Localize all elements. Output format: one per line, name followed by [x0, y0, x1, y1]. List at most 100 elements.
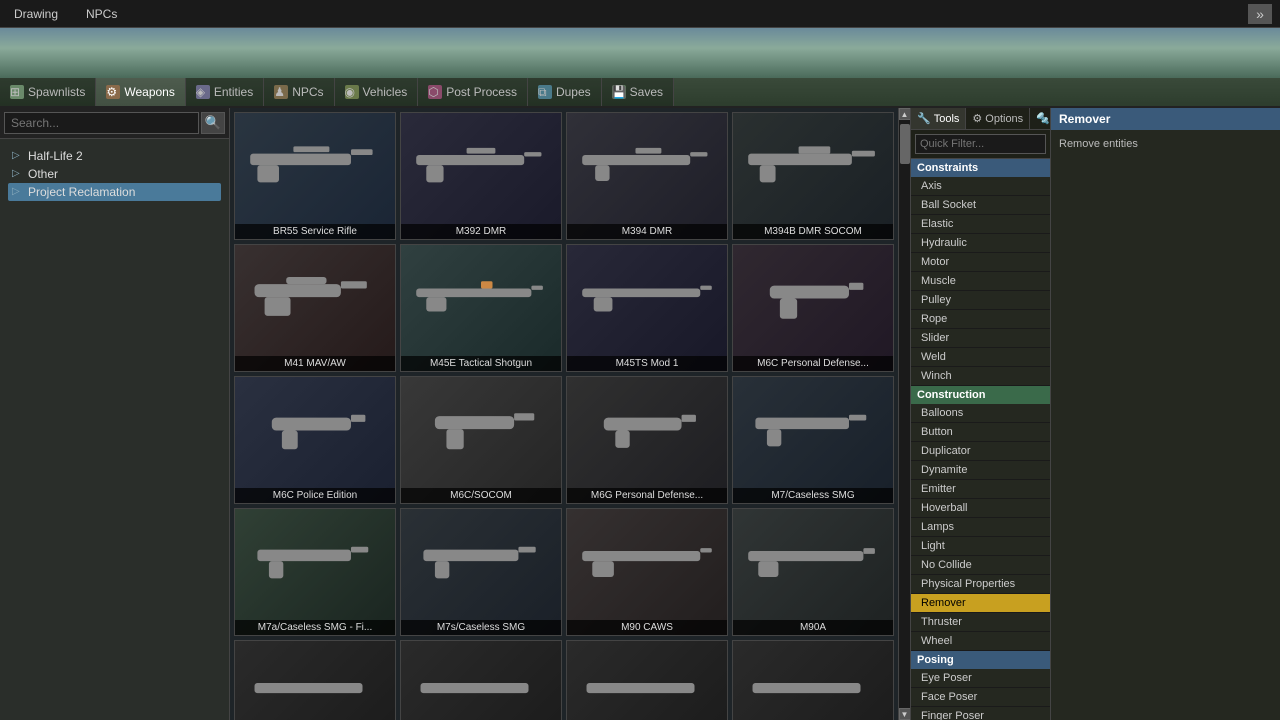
weapon-card[interactable]: M45TS Mod 1: [566, 244, 728, 372]
tools-item-remover[interactable]: Remover: [911, 594, 1050, 613]
weapon-label: M90A: [733, 620, 893, 635]
tools-item-rope[interactable]: Rope: [911, 310, 1050, 329]
tools-item-pulley[interactable]: Pulley: [911, 291, 1050, 310]
tools-category-posing: Posing: [911, 651, 1050, 669]
tools-item-ball-socket[interactable]: Ball Socket: [911, 196, 1050, 215]
weapon-label: M392 DMR: [401, 224, 561, 239]
tools-item-finger-poser[interactable]: Finger Poser: [911, 707, 1050, 720]
tools-item-elastic[interactable]: Elastic: [911, 215, 1050, 234]
tools-item-eye-poser[interactable]: Eye Poser: [911, 669, 1050, 688]
tools-item-dynamite[interactable]: Dynamite: [911, 461, 1050, 480]
weapon-card[interactable]: [566, 640, 728, 720]
tab-options[interactable]: ⚙ Options: [966, 108, 1030, 129]
weapon-card[interactable]: M6C/SOCOM: [400, 376, 562, 504]
quick-filter-bar: [911, 130, 1050, 159]
tree-item-hl2[interactable]: ▷ Half-Life 2: [8, 147, 221, 165]
tools-item-slider[interactable]: Slider: [911, 329, 1050, 348]
weapon-card[interactable]: M392 DMR: [400, 112, 562, 240]
weapon-label: M6C/SOCOM: [401, 488, 561, 503]
weapon-card[interactable]: M90A: [732, 508, 894, 636]
tools-tabs: 🔧 Tools ⚙ Options 🔩 Utilities: [911, 108, 1050, 130]
weapon-card[interactable]: M7/Caseless SMG: [732, 376, 894, 504]
weapon-card[interactable]: M6C Personal Defense...: [732, 244, 894, 372]
menu-npcs[interactable]: NPCs: [80, 5, 123, 23]
tree-item-project-reclamation[interactable]: ▷ Project Reclamation: [8, 183, 221, 201]
search-input[interactable]: [4, 112, 199, 134]
remover-panel: Remover Remove entities: [1050, 108, 1280, 720]
weapon-label: M394 DMR: [567, 224, 727, 239]
search-bar: 🔍: [0, 108, 229, 139]
remover-content: Remove entities: [1051, 130, 1280, 158]
tools-item-wheel[interactable]: Wheel: [911, 632, 1050, 651]
tools-item-thruster[interactable]: Thruster: [911, 613, 1050, 632]
tools-item-motor[interactable]: Motor: [911, 253, 1050, 272]
expand-button[interactable]: »: [1248, 4, 1272, 24]
pp-icon: ⬡: [428, 85, 442, 99]
main-layout: 🔍 ▷ Half-Life 2 ▷ Other ▷ Project Reclam…: [0, 108, 1280, 720]
weapon-card[interactable]: M41 MAV/AW: [234, 244, 396, 372]
tools-item-winch[interactable]: Winch: [911, 367, 1050, 386]
weapon-label: M45TS Mod 1: [567, 356, 727, 371]
tools-item-muscle[interactable]: Muscle: [911, 272, 1050, 291]
tree-label-hl2: Half-Life 2: [28, 149, 83, 163]
weapon-card[interactable]: [732, 640, 894, 720]
tools-item-axis[interactable]: Axis: [911, 177, 1050, 196]
tools-item-button[interactable]: Button: [911, 423, 1050, 442]
tools-item-balloons[interactable]: Balloons: [911, 404, 1050, 423]
tab-weapons[interactable]: ⚙ Weapons: [96, 78, 185, 106]
menu-drawing[interactable]: Drawing: [8, 5, 64, 23]
utilities-tab-icon: 🔩: [1036, 112, 1050, 125]
weapon-card[interactable]: M6G Personal Defense...: [566, 376, 728, 504]
bg-scene: [0, 28, 1280, 78]
tools-category-constraints: Constraints: [911, 159, 1050, 177]
grid-scrollbar[interactable]: ▲ ▼: [898, 108, 910, 720]
weapon-card[interactable]: M6C Police Edition: [234, 376, 396, 504]
weapon-label: M6G Personal Defense...: [567, 488, 727, 503]
weapon-card[interactable]: [234, 640, 396, 720]
quick-filter-input[interactable]: [915, 134, 1046, 154]
weapon-label: M7/Caseless SMG: [733, 488, 893, 503]
weapon-card[interactable]: M394B DMR SOCOM: [732, 112, 894, 240]
weapon-card[interactable]: M90 CAWS: [566, 508, 728, 636]
tabs-bar: ⊞ Spawnlists ⚙ Weapons ◈ Entities ♟ NPCs…: [0, 78, 1280, 108]
saves-icon: 💾: [612, 85, 626, 99]
weapons-grid: BR55 Service Rifle M392 DMR M394 DMR M394B …: [230, 108, 898, 720]
weapon-label: M41 MAV/AW: [235, 356, 395, 371]
weapon-card[interactable]: M7a/Caseless SMG - Fi...: [234, 508, 396, 636]
tab-dupes[interactable]: ⧉ Dupes: [528, 78, 602, 106]
search-button[interactable]: 🔍: [201, 112, 225, 134]
scroll-up-button[interactable]: ▲: [899, 108, 911, 120]
tree-label-project-reclamation: Project Reclamation: [28, 185, 135, 199]
tools-item-physical-properties[interactable]: Physical Properties: [911, 575, 1050, 594]
tab-saves[interactable]: 💾 Saves: [602, 78, 674, 106]
scroll-down-button[interactable]: ▼: [899, 708, 911, 720]
tools-item-no-collide[interactable]: No Collide: [911, 556, 1050, 575]
tools-item-hydraulic[interactable]: Hydraulic: [911, 234, 1050, 253]
weapon-card[interactable]: BR55 Service Rifle: [234, 112, 396, 240]
weapon-card[interactable]: M394 DMR: [566, 112, 728, 240]
scroll-thumb[interactable]: [900, 124, 910, 164]
tools-item-light[interactable]: Light: [911, 537, 1050, 556]
weapon-card[interactable]: [400, 640, 562, 720]
weapon-label: M7a/Caseless SMG - Fi...: [235, 620, 395, 635]
tab-spawnlists[interactable]: ⊞ Spawnlists: [0, 78, 96, 106]
tree-collapse-icon: ▷: [12, 150, 24, 162]
tools-item-hoverball[interactable]: Hoverball: [911, 499, 1050, 518]
weapon-card[interactable]: M7s/Caseless SMG: [400, 508, 562, 636]
tab-entities[interactable]: ◈ Entities: [186, 78, 264, 106]
tools-item-duplicator[interactable]: Duplicator: [911, 442, 1050, 461]
tab-postprocess[interactable]: ⬡ Post Process: [418, 78, 528, 106]
weapon-card[interactable]: M45E Tactical Shotgun: [400, 244, 562, 372]
tools-item-weld[interactable]: Weld: [911, 348, 1050, 367]
tab-vehicles[interactable]: ◉ Vehicles: [335, 78, 419, 106]
tree-item-other[interactable]: ▷ Other: [8, 165, 221, 183]
center-content: BR55 Service Rifle M392 DMR M394 DMR M394B …: [230, 108, 910, 720]
tools-item-face-poser[interactable]: Face Poser: [911, 688, 1050, 707]
npcs-icon: ♟: [274, 85, 288, 99]
tools-item-emitter[interactable]: Emitter: [911, 480, 1050, 499]
top-bar: Drawing NPCs »: [0, 0, 1280, 28]
tab-npcs[interactable]: ♟ NPCs: [264, 78, 334, 106]
tab-tools[interactable]: 🔧 Tools: [911, 108, 966, 129]
entities-icon: ◈: [196, 85, 210, 99]
tools-item-lamps[interactable]: Lamps: [911, 518, 1050, 537]
